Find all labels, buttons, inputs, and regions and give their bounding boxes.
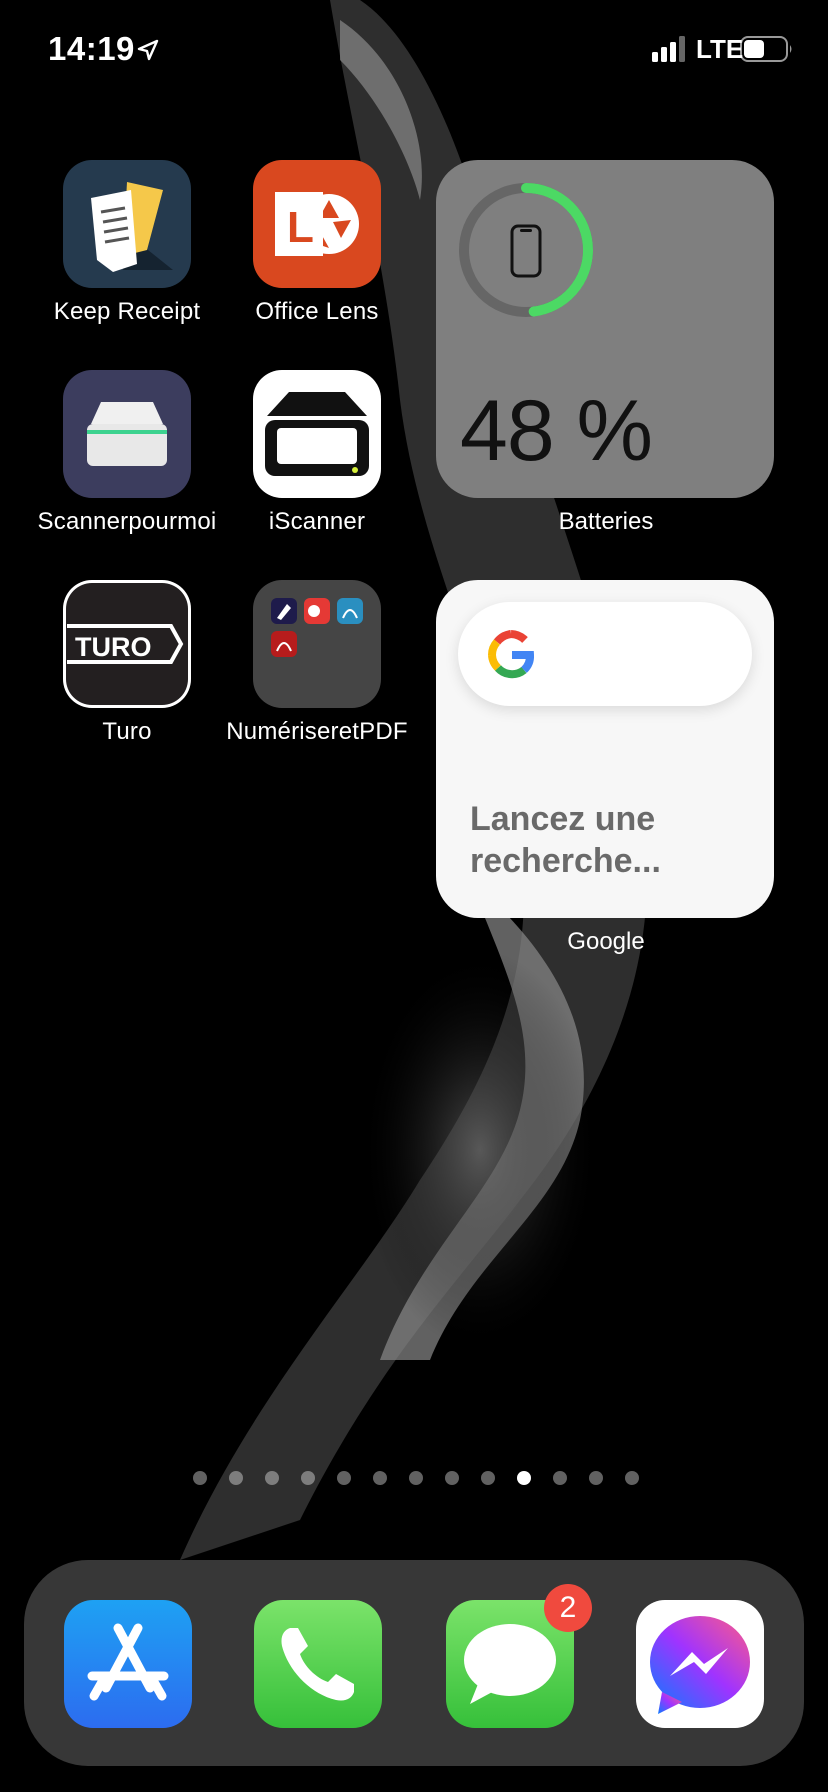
app-turo[interactable]: TURO Turo: [32, 580, 222, 746]
page-indicator[interactable]: [0, 1471, 828, 1491]
batteries-widget-label: Batteries: [558, 508, 654, 535]
phone-icon: [254, 1600, 382, 1728]
page-dot[interactable]: [409, 1471, 423, 1485]
app-label: NumériseretPDF: [226, 718, 408, 745]
receipt-icon: [63, 160, 191, 288]
page-dot[interactable]: [265, 1471, 279, 1485]
page-dot[interactable]: [589, 1471, 603, 1485]
google-widget-label: Google: [567, 928, 645, 955]
office-lens-icon: L: [253, 160, 381, 288]
network-type: LTE: [696, 34, 744, 64]
page-dot[interactable]: [625, 1471, 639, 1485]
app-keep-receipt[interactable]: Keep Receipt: [32, 160, 222, 326]
batteries-widget[interactable]: 48 %: [436, 160, 774, 498]
unread-badge: 2: [544, 1584, 592, 1632]
page-dot[interactable]: [445, 1471, 459, 1485]
phone-device-icon: [510, 224, 542, 278]
app-label: Turo: [102, 718, 152, 745]
scanner-icon: [63, 370, 191, 498]
location-arrow-icon: [137, 39, 159, 61]
page-dot[interactable]: [229, 1471, 243, 1485]
app-label: Keep Receipt: [53, 298, 201, 325]
app-label: iScanner: [268, 508, 366, 535]
dock-messages[interactable]: 2: [446, 1584, 592, 1728]
google-logo-icon: [488, 630, 534, 679]
status-bar: 14:19 LTE: [0, 0, 828, 100]
battery-icon: [740, 36, 792, 62]
page-dot[interactable]: [337, 1471, 351, 1485]
page-dot[interactable]: [373, 1471, 387, 1485]
dock: 2: [24, 1560, 804, 1766]
signal-icon: [652, 36, 685, 62]
page-dot[interactable]: [553, 1471, 567, 1485]
app-label: Office Lens: [255, 298, 379, 325]
app-scanner-pour-moi[interactable]: Scannerpourmoi: [32, 370, 222, 536]
turo-wordmark: TURO: [75, 632, 152, 662]
dock-messenger[interactable]: [636, 1600, 764, 1728]
folder-icon: [253, 580, 381, 708]
app-iscanner[interactable]: iScanner: [222, 370, 412, 536]
page-dot[interactable]: [481, 1471, 495, 1485]
iscanner-icon: [253, 370, 381, 498]
page-dot[interactable]: [517, 1471, 531, 1485]
app-label: Scannerpourmoi: [37, 508, 217, 535]
google-search-widget[interactable]: Lancez une recherche...: [436, 580, 774, 918]
page-dot[interactable]: [301, 1471, 315, 1485]
battery-percent: 48 %: [460, 383, 653, 479]
app-office-lens[interactable]: L Office Lens: [222, 160, 412, 326]
clock: 14:19: [48, 30, 135, 67]
folder-numeriser-pdf[interactable]: NumériseretPDF: [222, 580, 412, 746]
svg-text:L: L: [287, 203, 314, 252]
messenger-icon: [636, 1600, 764, 1728]
battery-ring: [459, 183, 593, 317]
dock-app-store[interactable]: [64, 1600, 192, 1728]
google-search-prompt: Lancez une recherche...: [470, 800, 661, 880]
turo-icon: TURO: [63, 580, 191, 708]
page-dot[interactable]: [193, 1471, 207, 1485]
dock-phone[interactable]: [254, 1600, 382, 1728]
google-search-bar[interactable]: [458, 602, 752, 706]
app-store-icon: [64, 1600, 192, 1728]
